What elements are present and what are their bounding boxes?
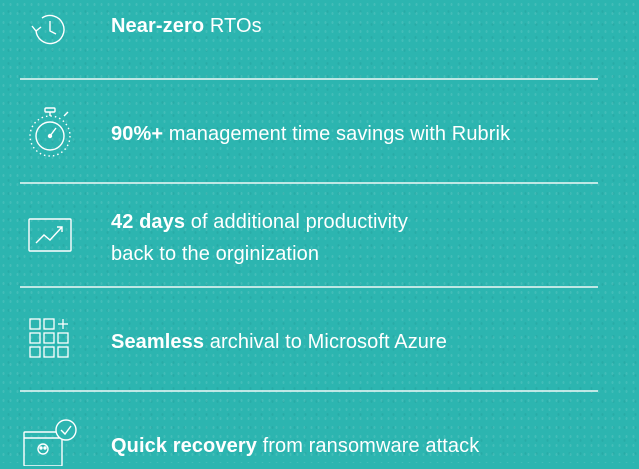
item-4-text: Seamless archival to Microsoft Azure xyxy=(111,326,447,358)
trend-chart-icon xyxy=(20,207,80,263)
item-2-text: 90%+ management time savings with Rubrik xyxy=(111,118,510,150)
item-3-line2: back to the orginization xyxy=(111,243,320,265)
item-2-rest: management time savings with Rubrik xyxy=(163,123,511,145)
item-1-text: Near-zero RTOs xyxy=(111,10,262,42)
grid-add-icon xyxy=(20,311,80,367)
item-4-bold: Seamless xyxy=(111,331,205,353)
item-5-rest: from ransomware attack xyxy=(256,435,480,457)
item-5-bold: Quick recovery xyxy=(111,435,257,457)
divider-3 xyxy=(20,286,598,288)
history-clock-icon xyxy=(20,0,80,56)
item-3-text: 42 days of additional productivity back … xyxy=(111,206,408,270)
item-4-rest: archival to Microsoft Azure xyxy=(204,331,447,353)
item-1-bold: Near-zero xyxy=(111,15,205,37)
item-3-rest: of additional productivity xyxy=(185,211,408,233)
divider-4 xyxy=(20,390,598,392)
item-3-bold: 42 days xyxy=(111,211,186,233)
item-1-rest: RTOs xyxy=(204,15,262,37)
item-2-bold: 90%+ xyxy=(111,123,164,145)
divider-1 xyxy=(20,78,598,80)
ransomware-check-icon xyxy=(20,413,80,469)
item-5-text: Quick recovery from ransomware attack xyxy=(111,430,479,462)
divider-2 xyxy=(20,182,598,184)
stopwatch-icon xyxy=(20,104,80,160)
